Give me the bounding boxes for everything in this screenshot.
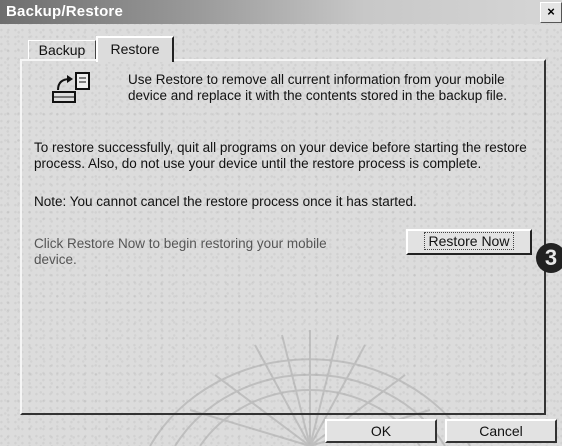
ok-button[interactable]: OK [325, 419, 437, 443]
restore-note-text: Note: You cannot cancel the restore proc… [34, 194, 417, 209]
title-bar: Backup/Restore × [0, 0, 562, 24]
close-button[interactable]: × [540, 2, 562, 23]
cancel-button[interactable]: Cancel [445, 419, 557, 443]
restore-intro-text: Use Restore to remove all current inform… [128, 72, 507, 103]
restore-icon [52, 72, 90, 103]
restore-now-button[interactable]: Restore Now [406, 229, 532, 255]
step-callout-badge: 3 [536, 243, 562, 273]
window-title: Backup/Restore [6, 3, 124, 20]
tab-backup[interactable]: Backup [28, 40, 96, 59]
tab-restore[interactable]: Restore [96, 36, 174, 62]
backup-restore-dialog: Backup/Restore × Backup Restore Use Rest… [0, 0, 562, 446]
restore-instructions-text: To restore successfully, quit all progra… [34, 140, 527, 171]
restore-prompt-text: Click Restore Now to begin restoring you… [34, 236, 327, 267]
restore-now-label: Restore Now [423, 232, 515, 250]
